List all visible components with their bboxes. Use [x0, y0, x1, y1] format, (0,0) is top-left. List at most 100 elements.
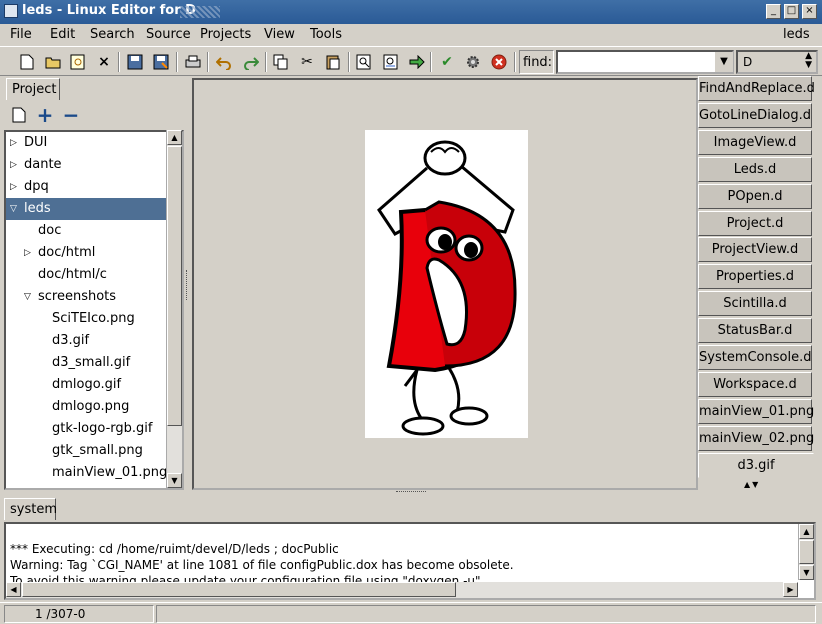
find-dropdown-arrow-icon[interactable]: ▼: [715, 52, 733, 72]
console-vscrollbar[interactable]: ▲ ▼: [798, 524, 814, 580]
tree-item[interactable]: ▷ DUI: [6, 132, 166, 154]
file-tab[interactable]: d3.gif: [698, 452, 814, 478]
horizontal-splitter[interactable]: [396, 491, 426, 495]
file-tab[interactable]: GotoLineDialog.d: [698, 102, 812, 128]
menu-tools[interactable]: Tools: [310, 27, 342, 42]
redo-icon[interactable]: [240, 51, 262, 73]
tree-item[interactable]: ▷ doc/html: [6, 242, 166, 264]
scroll-up-icon[interactable]: ▲: [167, 130, 182, 145]
file-tab[interactable]: Project.d: [698, 210, 812, 236]
new-file-icon[interactable]: [16, 51, 38, 73]
tree-item-label: mainView_01.png: [52, 465, 168, 480]
menu-search[interactable]: Search: [90, 27, 135, 42]
scroll-down-icon[interactable]: ▼: [167, 473, 182, 488]
minimize-button[interactable]: _: [766, 4, 781, 19]
app-icon[interactable]: [4, 4, 18, 18]
maximize-button[interactable]: □: [784, 4, 799, 19]
tab-project[interactable]: Project: [6, 78, 60, 100]
file-tab[interactable]: POpen.d: [698, 183, 812, 209]
console-hscroll-thumb[interactable]: [22, 582, 456, 597]
file-tab[interactable]: mainView_02.png: [698, 425, 814, 451]
tree-item-label: DUI: [24, 135, 48, 150]
paste-icon[interactable]: [322, 51, 344, 73]
cut-icon[interactable]: ✂: [296, 51, 318, 73]
tree-scrollbar[interactable]: ▲ ▼: [166, 130, 182, 488]
undo-icon[interactable]: [213, 51, 235, 73]
find-icon[interactable]: [353, 51, 375, 73]
file-tab[interactable]: Scintilla.d: [698, 291, 812, 317]
tree-item[interactable]: doc/html/c: [6, 264, 166, 286]
scroll-left-icon[interactable]: ◀: [6, 582, 21, 597]
expanded-arrow-icon[interactable]: ▽: [24, 286, 31, 308]
scroll-down-icon[interactable]: ▼: [799, 565, 814, 580]
new-project-icon[interactable]: [8, 104, 30, 126]
tree-item[interactable]: dmlogo.png: [6, 396, 166, 418]
tree-item[interactable]: ▽ screenshots: [6, 286, 166, 308]
tree-item[interactable]: d3_small.gif: [6, 352, 166, 374]
tree-item[interactable]: d3.gif: [6, 330, 166, 352]
build-gear-icon[interactable]: [462, 51, 484, 73]
menu-edit[interactable]: Edit: [50, 27, 75, 42]
tree-item[interactable]: mainView_01.png: [6, 462, 168, 484]
file-tab[interactable]: mainView_01.png: [698, 398, 814, 424]
collapsed-arrow-icon[interactable]: ▷: [10, 132, 17, 154]
tree-item[interactable]: dmlogo.gif: [6, 374, 166, 396]
tab-scroll-arrows-icon[interactable]: ▲▼: [744, 480, 760, 489]
tree-item[interactable]: SciTEIco.png: [6, 308, 166, 330]
language-select[interactable]: D ▲ ▼: [736, 50, 818, 74]
menu-source[interactable]: Source: [146, 27, 191, 42]
file-tab[interactable]: FindAndReplace.d: [698, 76, 815, 101]
file-tab[interactable]: Properties.d: [698, 264, 812, 290]
tree-item[interactable]: gtk_small.png: [6, 440, 166, 462]
scroll-up-icon[interactable]: ▲: [799, 524, 814, 539]
add-icon[interactable]: +: [34, 103, 56, 127]
console-scroll-thumb[interactable]: [799, 540, 814, 564]
collapsed-arrow-icon[interactable]: ▷: [10, 154, 17, 176]
stop-icon[interactable]: [488, 51, 510, 73]
collapsed-arrow-icon[interactable]: ▷: [10, 176, 17, 198]
file-tab[interactable]: Leds.d: [698, 156, 812, 182]
menu-file[interactable]: File: [10, 27, 32, 42]
close-file-icon[interactable]: ×: [93, 51, 115, 73]
remove-icon[interactable]: −: [60, 103, 82, 127]
find-input[interactable]: [556, 50, 734, 74]
scroll-right-icon[interactable]: ▶: [783, 582, 798, 597]
tree-scroll-thumb[interactable]: [167, 146, 182, 426]
menu-project-name[interactable]: leds: [783, 27, 810, 42]
goto-line-icon[interactable]: [406, 51, 428, 73]
expanded-arrow-icon[interactable]: ▽: [10, 198, 17, 220]
save-as-icon[interactable]: [150, 51, 172, 73]
project-tree[interactable]: ▷ DUI ▷ dante ▷ dpq ▽ leds doc ▷ doc/html doc/html/…: [4, 130, 184, 490]
menu-view[interactable]: View: [264, 27, 295, 42]
console-hscrollbar[interactable]: ◀ ▶: [6, 582, 798, 598]
tree-item[interactable]: gtk-logo-rgb.gif: [6, 418, 166, 440]
vertical-splitter[interactable]: [186, 270, 190, 300]
tree-item[interactable]: ▽ leds: [6, 198, 166, 220]
open-folder-icon[interactable]: [42, 51, 64, 73]
project-panel: Project + − ▷ DUI ▷ dante ▷ dpq ▽ leds doc ▷ doc/h…: [4, 78, 186, 490]
spin-arrows-icon[interactable]: ▲ ▼: [805, 52, 812, 70]
menu-projects[interactable]: Projects: [200, 27, 251, 42]
tab-system[interactable]: system: [4, 498, 57, 520]
tree-item-label: d3.gif: [52, 333, 90, 348]
copy-icon[interactable]: [270, 51, 292, 73]
find-replace-icon[interactable]: [380, 51, 402, 73]
tree-item-label: doc/html/c: [38, 267, 107, 282]
file-tab[interactable]: Workspace.d: [698, 371, 812, 397]
collapsed-arrow-icon[interactable]: ▷: [24, 242, 31, 264]
window-title: leds - Linux Editor for D: [22, 3, 196, 18]
reload-file-icon[interactable]: [67, 51, 89, 73]
print-icon[interactable]: [182, 51, 204, 73]
save-icon[interactable]: [124, 51, 146, 73]
tree-item-label: d3_small.gif: [52, 355, 131, 370]
file-tab[interactable]: StatusBar.d: [698, 318, 812, 344]
file-tab[interactable]: ImageView.d: [698, 129, 812, 155]
title-decoration: [180, 6, 220, 18]
compile-check-icon[interactable]: ✔: [436, 51, 458, 73]
tree-item[interactable]: doc: [6, 220, 166, 242]
file-tab[interactable]: SystemConsole.d: [698, 345, 812, 370]
file-tab[interactable]: ProjectView.d: [698, 237, 812, 263]
close-window-button[interactable]: ×: [802, 4, 817, 19]
tree-item[interactable]: ▷ dante: [6, 154, 166, 176]
tree-item[interactable]: ▷ dpq: [6, 176, 166, 198]
